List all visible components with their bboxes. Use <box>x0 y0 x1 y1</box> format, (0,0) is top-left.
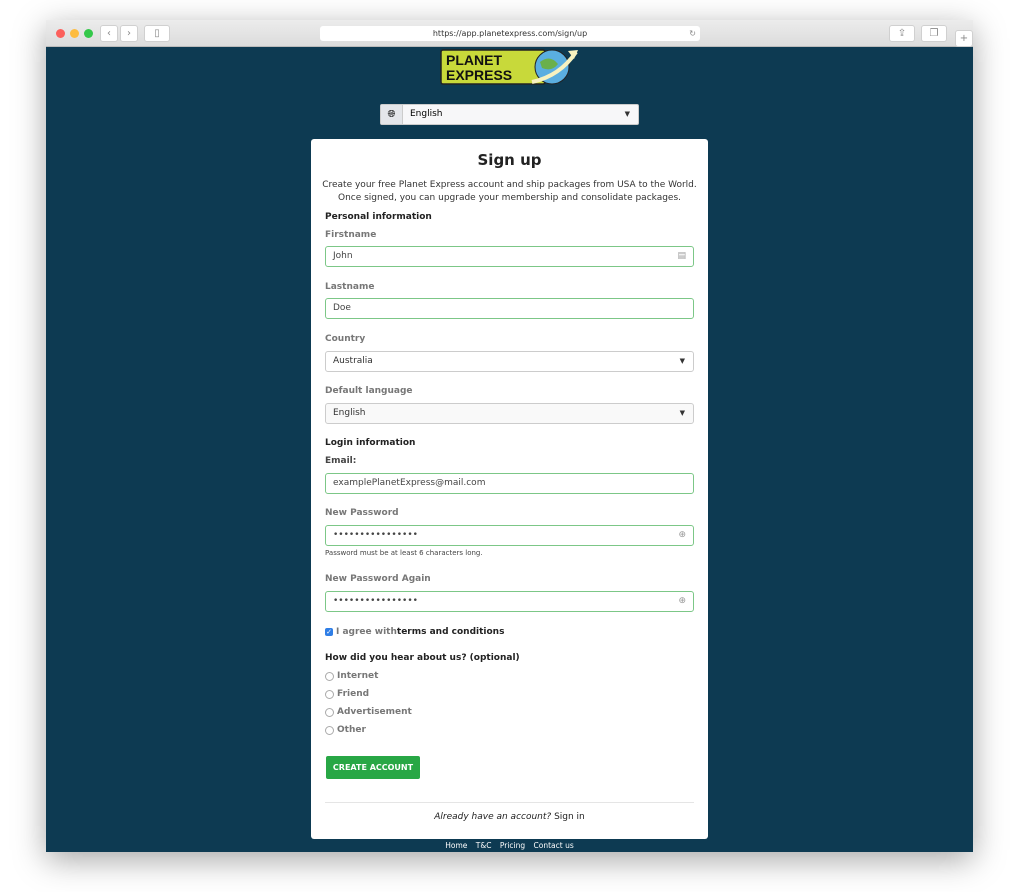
radio-internet[interactable]: Internet <box>325 671 378 681</box>
email-label: Email: <box>325 456 357 466</box>
radio-label: Internet <box>337 671 379 681</box>
signin-link[interactable]: Sign in <box>554 812 585 822</box>
autofill-contact-icon[interactable]: ▤ <box>677 247 686 266</box>
radio-label: Friend <box>337 689 370 699</box>
radio-button[interactable] <box>325 707 334 717</box>
caret-down-icon: ▼ <box>679 357 685 365</box>
language-selector-value: English <box>410 109 443 119</box>
signup-card: Sign up Create your free Planet Express … <box>311 139 708 839</box>
email-input[interactable]: examplePlanetExpress@mail.com <box>325 473 694 494</box>
signin-row: Already have an account? Sign in <box>311 812 708 822</box>
intro-text: Create your free Planet Express account … <box>322 180 697 203</box>
firstname-label: Firstname <box>325 230 377 240</box>
password-value: •••••••••••••••• <box>333 530 418 540</box>
close-window-button[interactable] <box>56 29 65 38</box>
footer-nav: Home T&C Pricing Contact us <box>46 841 973 850</box>
firstname-input[interactable]: John ▤ <box>325 246 694 267</box>
tabs-icon[interactable]: ❐ <box>921 25 947 42</box>
default-language-value: English <box>333 408 366 418</box>
url-text: https://app.planetexpress.com/sign/up <box>432 29 588 38</box>
browser-toolbar: ‹ › ▯ https://app.planetexpress.com/sign… <box>46 20 973 47</box>
radio-label: Other <box>337 725 366 735</box>
radio-other[interactable]: Other <box>325 725 366 735</box>
radio-button[interactable] <box>325 671 334 681</box>
sidebar-toggle-icon[interactable]: ▯ <box>144 25 170 42</box>
page-title: Sign up <box>477 151 542 169</box>
reload-icon[interactable]: ↻ <box>689 26 696 41</box>
lastname-input[interactable]: Doe <box>325 298 694 319</box>
footer-link-terms[interactable]: T&C <box>476 841 492 850</box>
caret-down-icon: ▼ <box>624 110 630 118</box>
default-language-label: Default language <box>325 386 413 396</box>
firstname-value: John <box>333 251 353 261</box>
radio-friend[interactable]: Friend <box>325 689 369 699</box>
caret-down-icon: ▼ <box>679 409 685 417</box>
footer-link-pricing[interactable]: Pricing <box>500 841 525 850</box>
agree-label: I agree with <box>336 627 397 637</box>
default-language-select[interactable]: English ▼ <box>325 403 694 424</box>
footer-link-home[interactable]: Home <box>445 841 467 850</box>
radio-button[interactable] <box>325 725 334 735</box>
browser-window: ‹ › ▯ https://app.planetexpress.com/sign… <box>46 20 973 852</box>
language-selector[interactable]: 🌐︎ English ▼ <box>380 104 639 125</box>
signin-prompt: Already have an account? <box>434 812 552 822</box>
hear-about-heading: How did you hear about us? (optional) <box>325 653 520 663</box>
login-info-heading: Login information <box>325 438 416 448</box>
email-value: examplePlanetExpress@mail.com <box>333 478 486 488</box>
forward-button[interactable]: › <box>120 25 138 42</box>
minimize-window-button[interactable] <box>70 29 79 38</box>
footer-link-contact[interactable]: Contact us <box>534 841 574 850</box>
password-hint: Password must be at least 6 characters l… <box>325 549 483 557</box>
globe-icon: 🌐︎ <box>381 105 403 124</box>
country-value: Australia <box>333 356 373 366</box>
planet-express-logo[interactable]: PLANET EXPRESS <box>440 48 580 86</box>
password-key-icon[interactable]: ⊕ <box>678 592 686 611</box>
divider <box>325 802 694 803</box>
radio-advertisement[interactable]: Advertisement <box>325 707 412 717</box>
logo-text-line2: EXPRESS <box>446 67 512 83</box>
lastname-value: Doe <box>333 303 351 313</box>
terms-link[interactable]: terms and conditions <box>397 627 505 637</box>
country-label: Country <box>325 334 366 344</box>
password-again-value: •••••••••••••••• <box>333 596 418 606</box>
agree-terms-row: ✓ I agree with terms and conditions <box>325 627 504 637</box>
agree-checkbox[interactable]: ✓ <box>325 628 333 636</box>
country-select[interactable]: Australia ▼ <box>325 351 694 372</box>
password-again-label: New Password Again <box>325 574 431 584</box>
maximize-window-button[interactable] <box>84 29 93 38</box>
password-key-icon[interactable]: ⊕ <box>678 526 686 545</box>
radio-label: Advertisement <box>337 707 412 717</box>
new-tab-icon[interactable]: + <box>955 30 973 47</box>
lastname-label: Lastname <box>325 282 375 292</box>
personal-info-heading: Personal information <box>325 212 432 222</box>
radio-button[interactable] <box>325 689 334 699</box>
share-icon[interactable]: ⇪ <box>889 25 915 42</box>
logo-text-line1: PLANET <box>446 52 502 68</box>
password-input[interactable]: •••••••••••••••• ⊕ <box>325 525 694 546</box>
address-bar[interactable]: https://app.planetexpress.com/sign/up ↻ <box>320 26 700 41</box>
back-button[interactable]: ‹ <box>100 25 118 42</box>
create-account-button[interactable]: CREATE ACCOUNT <box>326 756 420 779</box>
password-label: New Password <box>325 508 399 518</box>
password-again-input[interactable]: •••••••••••••••• ⊕ <box>325 591 694 612</box>
